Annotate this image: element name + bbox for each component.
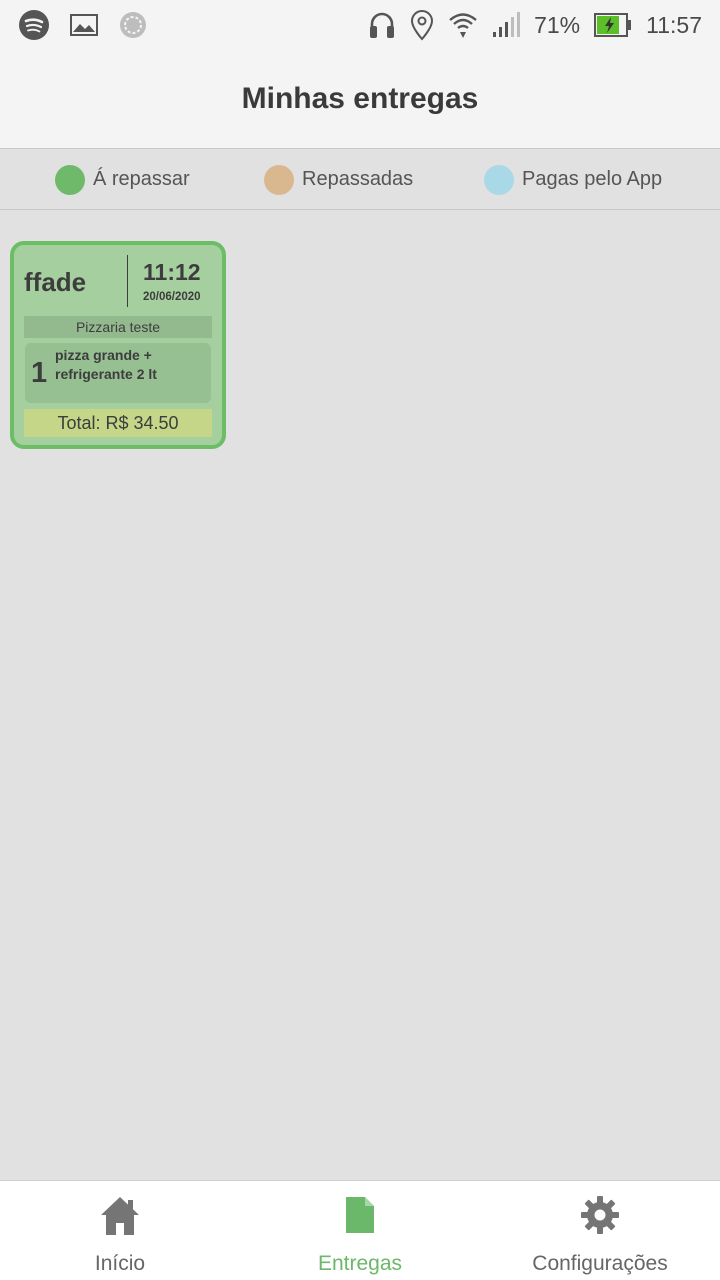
legend-item-repassadas: Repassadas: [264, 164, 414, 195]
legend-item-a-repassar: Á repassar: [55, 164, 190, 195]
legend-label: Pagas pelo App: [522, 168, 663, 190]
delivery-card[interactable]: ffade 11:12 20/06/2020 Pizzaria teste 1 …: [10, 241, 226, 449]
app-header: Minhas entregas: [0, 50, 720, 149]
legend-dot: [55, 164, 85, 195]
status-bar: 71% 11:57: [0, 0, 720, 50]
item-description: pizza grande + refrigerante 2 lt: [55, 347, 157, 382]
location-icon: [410, 9, 434, 41]
delivery-total: Total: R$ 34.50: [24, 409, 212, 437]
battery-charging-icon: [594, 13, 632, 37]
nav-label: Entregas: [317, 1252, 403, 1275]
spotify-icon: [18, 9, 50, 41]
status-legend: Á repassar Repassadas Pagas pelo App: [0, 150, 720, 210]
status-right: 71% 11:57: [368, 9, 702, 41]
delivery-date: 20/06/2020: [143, 291, 201, 303]
battery-percent: 71%: [534, 11, 581, 38]
legend-item-pagas-pelo-app: Pagas pelo App: [484, 164, 663, 195]
nav-item-entregas[interactable]: Entregas: [240, 1181, 480, 1280]
gear-icon: [580, 1195, 620, 1240]
legend-dot: [264, 164, 294, 195]
page-title: Minhas entregas: [241, 82, 479, 115]
delivery-customer-name: ffade: [24, 267, 87, 297]
document-icon: [344, 1195, 376, 1240]
legend-label: Á repassar: [93, 168, 190, 190]
clock-time: 11:57: [646, 11, 702, 38]
card-divider: [127, 255, 128, 307]
legend-label: Repassadas: [302, 168, 414, 190]
delivery-store-name: Pizzaria teste: [24, 316, 212, 338]
nav-label: Configurações: [532, 1252, 668, 1275]
item-quantity: 1: [31, 357, 48, 389]
signal-icon: [492, 12, 521, 38]
nav-item-inicio[interactable]: Início: [0, 1181, 240, 1280]
bottom-nav: Início Entregas Configurações: [0, 1180, 720, 1280]
wifi-icon: [448, 10, 478, 40]
nav-label: Início: [94, 1252, 146, 1275]
status-left-icons: [18, 9, 148, 41]
sync-icon: [118, 10, 148, 40]
delivery-time: 11:12: [143, 259, 201, 285]
home-icon: [100, 1195, 140, 1242]
delivery-item: 1 pizza grande + refrigerante 2 lt: [25, 343, 211, 403]
legend-dot: [484, 164, 514, 195]
nav-item-configuracoes[interactable]: Configurações: [480, 1181, 720, 1280]
headphones-icon: [368, 10, 396, 40]
gallery-icon: [70, 14, 98, 36]
